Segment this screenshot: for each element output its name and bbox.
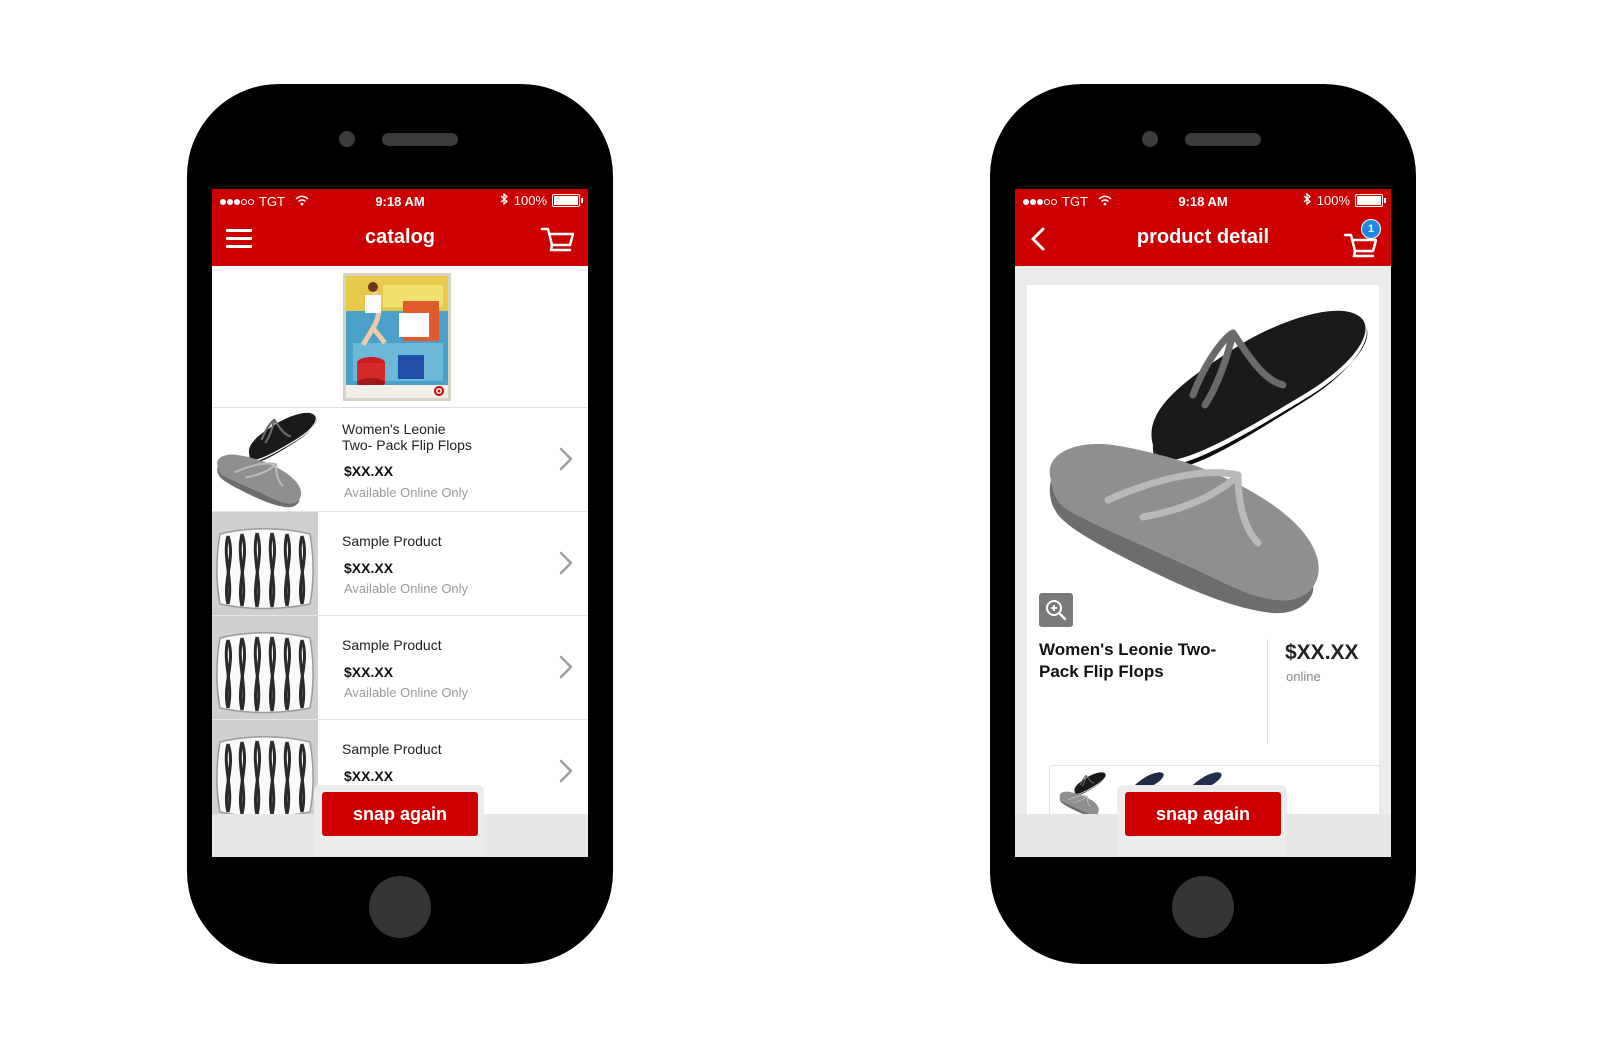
product-thumbnail [216, 411, 318, 509]
product-price: $XX.XX [1285, 641, 1359, 664]
product-price: $XX.XX [344, 768, 394, 784]
product-name: Sample Product [342, 533, 442, 549]
cart-icon[interactable] [540, 225, 575, 253]
product-name: Women's Leonie Two-Pack Flip Flops [1039, 640, 1217, 681]
catalog-screen: TGT 9:18 AM 100% catalog Women's Leonie … [212, 189, 588, 857]
chevron-right-icon [559, 655, 573, 679]
list-item[interactable]: Sample Product $XX.XX Available Online O… [212, 616, 588, 720]
chevron-right-icon [559, 759, 573, 783]
front-camera [339, 131, 355, 147]
battery-icon [552, 194, 583, 207]
info-divider [1267, 639, 1268, 743]
product-price: $XX.XX [344, 664, 394, 680]
catalog-cover-section [212, 266, 588, 408]
navigation-bar: catalog [212, 213, 588, 266]
product-thumbnail [212, 512, 318, 615]
product-detail-screen: TGT 9:18 AM 100% product detail 1 Women'… [1015, 189, 1391, 857]
earpiece-speaker [1185, 133, 1261, 146]
status-bar: TGT 9:18 AM 100% [1015, 189, 1391, 213]
navigation-bar: product detail 1 [1015, 213, 1391, 266]
front-camera [1142, 131, 1158, 147]
home-button[interactable] [1172, 876, 1234, 938]
chevron-right-icon [559, 551, 573, 575]
product-price: $XX.XX [344, 463, 394, 479]
status-right: 100% [1303, 192, 1386, 208]
list-item[interactable]: Sample Product $XX.XX Available Online O… [212, 512, 588, 616]
product-thumbnail [212, 616, 318, 719]
product-price: $XX.XX [344, 560, 394, 576]
phone-product-detail: TGT 9:18 AM 100% product detail 1 Women'… [990, 84, 1416, 964]
battery-icon [1355, 194, 1386, 207]
thumbnail-black-grey[interactable] [1056, 770, 1108, 818]
bluetooth-icon [1303, 192, 1311, 208]
status-right: 100% [500, 192, 583, 208]
catalog-cover-image[interactable] [343, 273, 451, 401]
zoom-in-icon[interactable] [1039, 593, 1073, 627]
snap-again-button[interactable]: snap again [322, 792, 478, 836]
phone-catalog: TGT 9:18 AM 100% catalog Women's Leonie … [187, 84, 613, 964]
availability-text: Available Online Only [344, 581, 469, 596]
battery-percent: 100% [513, 193, 547, 208]
page-title: product detail [1136, 226, 1270, 248]
page-title: catalog [364, 226, 436, 248]
header-bar: TGT 9:18 AM 100% catalog [212, 189, 588, 266]
product-card: Women's Leonie Two-Pack Flip Flops $XX.X… [1027, 285, 1381, 818]
product-name: Women's Leonie Two- Pack Flip Flops [342, 421, 472, 453]
product-thumbnail [212, 720, 318, 823]
earpiece-speaker [382, 133, 458, 146]
header-bar: TGT 9:18 AM 100% product detail 1 [1015, 189, 1391, 266]
snap-again-button[interactable]: snap again [1125, 792, 1281, 836]
product-name: Sample Product [342, 637, 442, 653]
availability-text: online [1286, 669, 1321, 684]
availability-text: Available Online Only [344, 485, 469, 500]
home-button[interactable] [369, 876, 431, 938]
product-image[interactable] [1033, 295, 1373, 625]
list-item[interactable]: Women's Leonie Two- Pack Flip Flops $XX.… [212, 408, 588, 512]
chevron-right-icon [559, 447, 573, 471]
status-bar: TGT 9:18 AM 100% [212, 189, 588, 213]
bluetooth-icon [500, 192, 508, 208]
availability-text: Available Online Only [344, 685, 469, 700]
product-name: Sample Product [342, 741, 442, 757]
cart-count-badge: 1 [1361, 219, 1381, 239]
battery-percent: 100% [1316, 193, 1350, 208]
